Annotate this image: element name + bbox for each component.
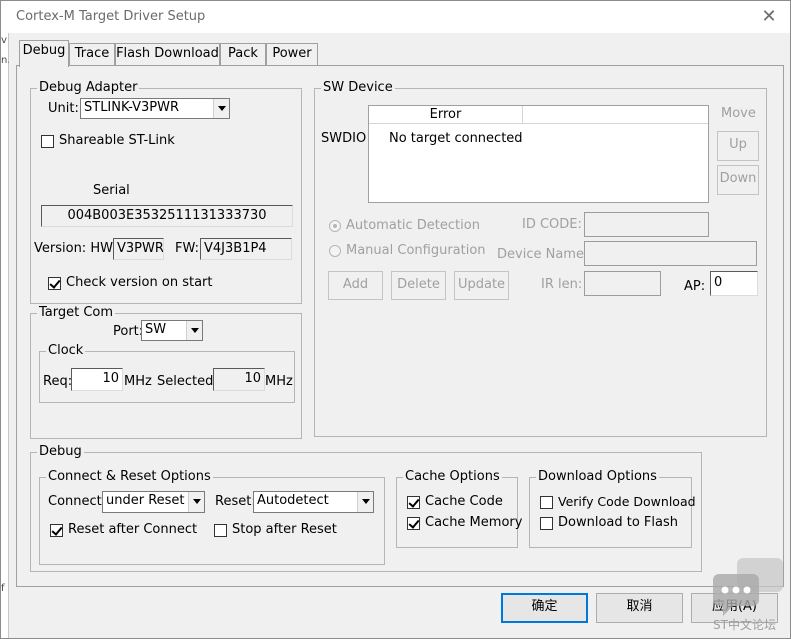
delete-button[interactable]: Delete [391,271,446,300]
req-input[interactable]: 10 [71,368,123,391]
window-title: Cortex-M Target Driver Setup [16,9,206,24]
serial-field: 004B003E3532511131333730 [41,205,293,227]
stop-after-reset-checkbox[interactable] [214,524,227,537]
unit-select[interactable]: STLINK-V3PWR [80,98,230,119]
unit-label: Unit: [48,101,79,116]
background-mark: v [1,35,7,46]
device-name-field [584,241,757,266]
ir-len-field [584,271,661,296]
id-code-label: ID CODE: [522,217,582,232]
id-code-field [584,212,709,237]
cache-code-label: Cache Code [425,494,503,509]
serial-label: Serial [93,183,130,198]
background-app-strip: v n. f [1,33,9,638]
move-label: Move [721,106,756,121]
download-options-label: Download Options [536,469,659,484]
reset-select[interactable]: Autodetect [253,491,374,513]
update-button[interactable]: Update [454,271,509,300]
sw-device-row: No target connected [389,131,523,146]
chevron-down-icon [188,492,204,512]
ir-len-label: IR len: [541,277,583,292]
check-version-label: Check version on start [66,275,213,290]
cache-memory-checkbox[interactable] [407,517,420,530]
cache-options-label: Cache Options [403,469,502,484]
reset-after-connect-label: Reset after Connect [68,522,198,537]
unit-value: STLINK-V3PWR [84,100,179,115]
move-up-button[interactable]: Up [717,131,759,161]
close-icon[interactable]: ✕ [759,7,779,27]
debug-adapter-group: Debug Adapter [30,81,302,304]
reset-after-connect-checkbox[interactable] [50,524,63,537]
selected-label: Selected: [157,374,218,389]
tab-flash-download[interactable]: Flash Download [115,43,220,65]
port-select[interactable]: SW [141,320,203,341]
reset-value: Autodetect [257,493,329,508]
debug-adapter-label: Debug Adapter [37,80,140,95]
column-error: Error [369,106,523,124]
swdio-label: SWDIO [321,131,367,146]
debug-group-label: Debug [37,444,84,459]
req-label: Req: [43,374,73,389]
selected-clock-field: 10 [213,368,265,391]
chevron-down-icon [186,321,202,340]
move-down-button[interactable]: Down [717,165,759,195]
clock-label: Clock [46,343,86,358]
shareable-st-link-label: Shareable ST-Link [59,133,175,148]
check-version-checkbox[interactable] [48,277,61,290]
fw-label: FW: [175,241,199,256]
mhz-unit: MHz [124,374,152,389]
title-bar: Cortex-M Target Driver Setup ✕ [1,1,790,33]
background-mark: f [1,583,5,594]
hw-version-field: V3PWR [113,238,164,260]
port-label: Port: [113,324,144,339]
tab-pack[interactable]: Pack [220,43,266,65]
version-hw-label: Version: HW: [34,241,117,256]
target-com-label: Target Com [37,305,116,320]
ok-button[interactable]: 确定 [501,593,588,623]
chat-bubble-icon [713,558,783,616]
sw-device-label: SW Device [321,80,395,95]
device-name-label: Device Name: [497,247,589,262]
automatic-detection-radio[interactable] [329,220,341,232]
watermark: ST中文论坛 [709,556,789,636]
ap-label: AP: [684,279,706,294]
connect-label: Connect: [48,494,107,509]
sw-device-list[interactable]: Error No target connected [368,105,709,203]
tab-power[interactable]: Power [266,43,318,65]
manual-configuration-radio[interactable] [329,245,341,257]
connect-select[interactable]: under Reset [102,491,205,513]
ap-input[interactable]: 0 [710,271,758,296]
cache-code-checkbox[interactable] [407,496,420,509]
port-value: SW [145,322,167,337]
connect-reset-options-label: Connect & Reset Options [46,469,213,484]
watermark-text: ST中文论坛 [713,618,776,632]
fw-version-field: V4J3B1P4 [200,238,292,260]
mhz-unit: MHz [265,374,293,389]
shareable-st-link-checkbox[interactable] [41,135,54,148]
connect-value: under Reset [106,493,185,508]
chevron-down-icon [213,99,229,118]
stop-after-reset-label: Stop after Reset [232,522,337,537]
verify-code-download-checkbox[interactable] [540,496,553,509]
reset-label: Reset: [215,494,256,509]
background-mark: n. [1,55,9,66]
download-to-flash-checkbox[interactable] [540,517,553,530]
sw-device-list-header: Error [369,106,708,124]
tab-debug[interactable]: Debug [19,40,69,67]
manual-configuration-label: Manual Configuration [346,243,486,258]
cache-options-group: Cache Options [396,470,518,548]
cache-memory-label: Cache Memory [425,515,523,530]
cancel-button[interactable]: 取消 [596,593,683,623]
download-options-group: Download Options [529,470,692,548]
verify-code-download-label: Verify Code Download [558,494,696,509]
dialog-window: Cortex-M Target Driver Setup ✕ v n. f De… [0,0,791,639]
download-to-flash-label: Download to Flash [558,515,679,530]
automatic-detection-label: Automatic Detection [346,218,480,233]
tab-trace[interactable]: Trace [69,43,115,65]
add-button[interactable]: Add [328,271,383,300]
chevron-down-icon [357,492,373,512]
